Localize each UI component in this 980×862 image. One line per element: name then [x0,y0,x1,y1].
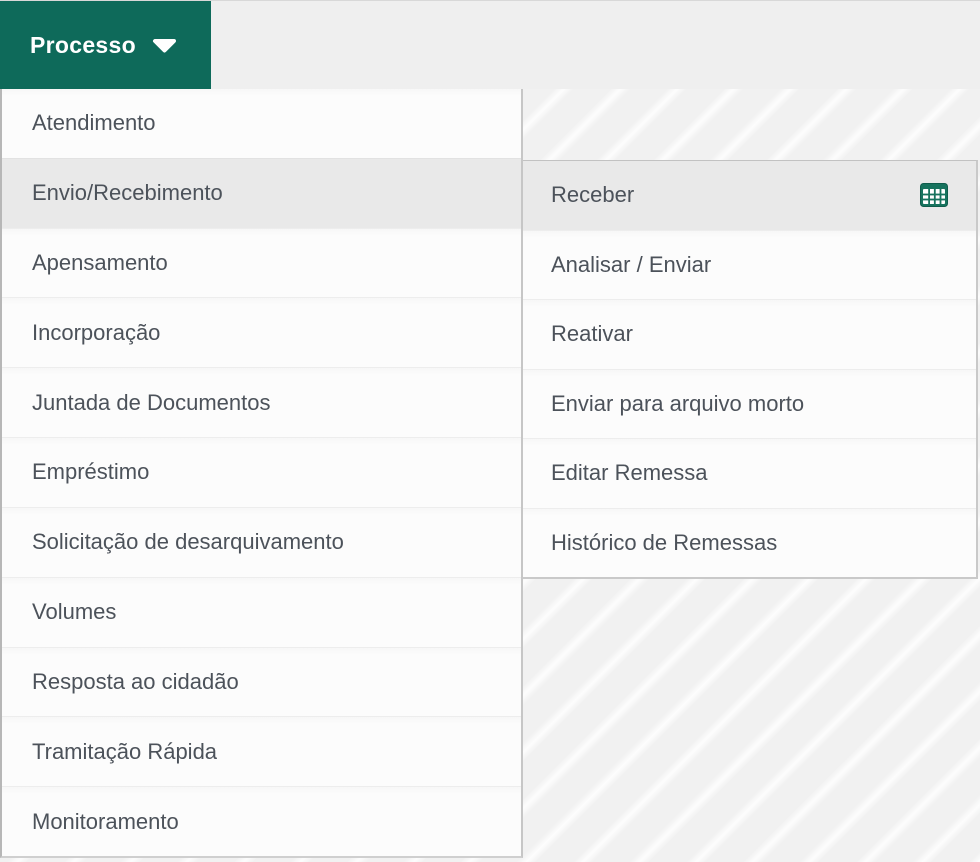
envio-recebimento-submenu: Receber Analisar / Enviar Reativar Envia… [523,160,978,579]
menu-item-label: Atendimento [32,110,156,136]
caret-down-icon [152,38,177,53]
menu-item-label: Incorporação [32,319,161,345]
submenu-item-historico-de-remessas[interactable]: Histórico de Remessas [523,507,976,577]
menu-item-apensamento[interactable]: Apensamento [2,227,521,298]
submenu-item-enviar-para-arquivo-morto[interactable]: Enviar para arquivo morto [523,368,976,438]
menu-item-resposta-ao-cidadao[interactable]: Resposta ao cidadão [2,646,521,717]
menu-item-emprestimo[interactable]: Empréstimo [2,437,521,507]
menu-item-envio-recebimento[interactable]: Envio/Recebimento [2,157,521,228]
menu-bar: Processo [0,1,980,89]
table-grid-icon [920,183,948,208]
submenu-item-label: Reativar [551,321,633,347]
screen: Processo Atendimento Envio/Recebimento A… [0,0,980,862]
submenu-item-reativar[interactable]: Reativar [523,299,976,369]
menu-item-label: Juntada de Documentos [32,389,271,415]
submenu-item-analisar-enviar[interactable]: Analisar / Enviar [523,229,976,299]
menu-item-monitoramento[interactable]: Monitoramento [2,786,521,856]
submenu-item-label: Enviar para arquivo morto [551,390,805,416]
menu-item-solicitacao-de-desarquivamento[interactable]: Solicitação de desarquivamento [2,506,521,577]
menu-item-label: Empréstimo [32,459,150,485]
process-dropdown-menu: Atendimento Envio/Recebimento Apensament… [0,89,523,858]
submenu-item-receber[interactable]: Receber [523,161,976,230]
menu-item-label: Solicitação de desarquivamento [32,529,344,555]
processo-menu-label: Processo [30,31,136,58]
processo-menu-button[interactable]: Processo [0,1,211,89]
submenu-item-label: Receber [551,182,635,208]
menu-item-juntada-de-documentos[interactable]: Juntada de Documentos [2,367,521,438]
menu-item-label: Volumes [32,599,117,625]
submenu-item-label: Editar Remessa [551,460,708,486]
submenu-item-label: Histórico de Remessas [551,529,778,555]
menu-item-tramitacao-rapida[interactable]: Tramitação Rápida [2,716,521,787]
menu-item-label: Envio/Recebimento [32,180,223,206]
menu-item-label: Resposta ao cidadão [32,668,239,694]
menu-item-label: Tramitação Rápida [32,738,218,764]
menu-item-atendimento[interactable]: Atendimento [2,89,521,158]
menu-item-label: Apensamento [32,250,168,276]
submenu-item-editar-remessa[interactable]: Editar Remessa [523,438,976,508]
menu-item-incorporacao[interactable]: Incorporação [2,297,521,368]
submenu-item-label: Analisar / Enviar [551,251,712,277]
menu-item-label: Monitoramento [32,808,179,834]
menu-item-volumes[interactable]: Volumes [2,576,521,647]
